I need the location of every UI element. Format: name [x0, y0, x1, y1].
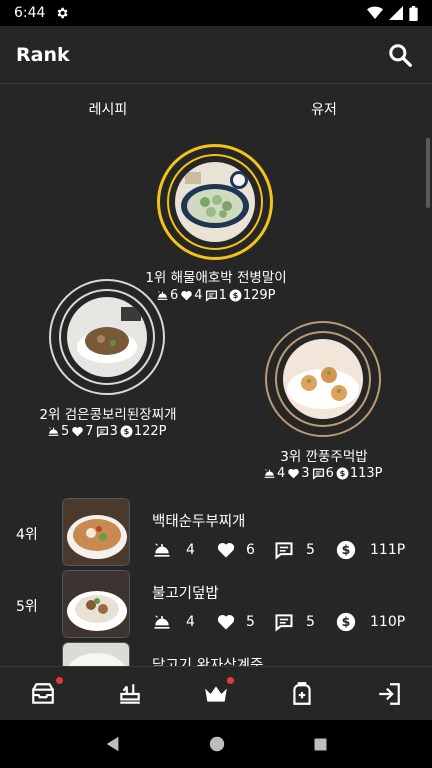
coin-icon: $	[336, 612, 356, 632]
notification-badge	[226, 677, 234, 684]
podium-first[interactable]	[157, 144, 273, 260]
svg-text:$: $	[124, 426, 130, 436]
list-rank: 4위	[16, 527, 38, 543]
recipe-thumbnail	[62, 498, 130, 566]
coin-icon: $	[336, 467, 349, 480]
comment-icon	[205, 290, 217, 302]
list-stats: 4 6 5 $ 111P	[152, 538, 422, 562]
tab-bar: 레시피 유저	[0, 85, 432, 133]
view-dish-icon	[154, 615, 170, 629]
view-dish-icon	[48, 427, 59, 436]
list-title: 닭고기 완자삼계죽	[152, 658, 264, 666]
coin-icon: $	[120, 425, 133, 438]
list-stats: 4 5 5 $ 110P	[152, 610, 422, 634]
list-item[interactable]: 5위 불고기덮밥 4 5 5 $ 110P	[0, 570, 432, 640]
app-bar: Rank	[0, 26, 432, 84]
view-dish-icon	[154, 543, 170, 557]
inbox-icon	[32, 682, 55, 704]
cellular-signal-icon	[389, 6, 403, 20]
status-bar: 6:44	[0, 0, 432, 26]
podium-second[interactable]	[49, 279, 165, 395]
recipe-photo-first	[175, 162, 255, 242]
podium-second-title: 2위 검은콩보리된장찌개	[39, 407, 177, 423]
back-icon[interactable]	[104, 735, 122, 753]
wifi-icon	[367, 6, 383, 20]
nav-inbox[interactable]	[0, 667, 86, 720]
crown-icon	[205, 685, 227, 702]
list-title: 불고기덮밥	[152, 586, 219, 602]
podium-third-title: 3위 깐풍주먹밥	[280, 449, 368, 465]
battery-icon	[409, 5, 418, 21]
recipe-thumbnail	[62, 570, 130, 638]
heart-icon	[72, 426, 84, 437]
nav-cooking[interactable]	[86, 667, 172, 720]
recents-icon[interactable]	[313, 737, 328, 752]
page-title: Rank	[16, 43, 70, 66]
recipe-photo-second	[67, 297, 147, 377]
view-dish-icon	[264, 469, 275, 478]
logout-icon	[379, 682, 400, 705]
nav-ranking[interactable]	[173, 667, 259, 720]
list-title: 백태순두부찌개	[152, 514, 246, 530]
settings-gear-icon	[58, 7, 69, 19]
svg-text:$: $	[342, 542, 351, 557]
podium-third[interactable]	[265, 321, 381, 437]
svg-text:$: $	[233, 290, 239, 300]
tab-recipe[interactable]: 레시피	[0, 85, 216, 133]
heart-icon	[288, 468, 300, 479]
cooking-icon	[119, 683, 140, 704]
podium-first-stats: 6 4 1 $129P	[156, 288, 278, 303]
scrollbar[interactable]	[426, 138, 430, 208]
comment-icon	[275, 614, 293, 632]
tab-user[interactable]: 유저	[216, 85, 432, 133]
ranking-content[interactable]: 1위 해물애호박 전병말이 6 4 1 $129P 2위 검은콩보리된장찌개 5…	[0, 134, 432, 666]
recipe-photo-third	[283, 339, 363, 419]
search-button[interactable]	[384, 39, 416, 71]
search-icon	[389, 43, 412, 67]
podium-second-stats: 5 7 3 $122P	[47, 424, 169, 439]
coin-icon: $	[229, 289, 242, 302]
list-item[interactable]: 4위 백태순두부찌개 4 6 5 $ 111P	[0, 498, 432, 568]
recipe-thumbnail	[62, 642, 130, 666]
svg-text:$: $	[342, 614, 351, 629]
nav-backpack[interactable]	[259, 667, 345, 720]
bottom-nav	[0, 666, 432, 720]
home-icon[interactable]	[209, 736, 225, 752]
podium-third-stats: 4 3 6 $113P	[263, 466, 385, 481]
comment-icon	[96, 426, 108, 438]
heart-icon	[181, 290, 193, 301]
heart-icon	[217, 542, 235, 558]
notification-badge	[56, 677, 63, 684]
svg-text:$: $	[340, 468, 346, 478]
list-item[interactable]: 닭고기 완자삼계죽	[0, 642, 432, 666]
comment-icon	[275, 542, 293, 560]
comment-icon	[312, 468, 324, 480]
list-rank: 5위	[16, 599, 38, 615]
coin-icon: $	[336, 540, 356, 560]
heart-icon	[217, 614, 235, 630]
nav-logout[interactable]	[346, 667, 432, 720]
status-time: 6:44	[14, 5, 46, 21]
backpack-icon	[293, 681, 312, 705]
system-nav-bar	[0, 720, 432, 768]
